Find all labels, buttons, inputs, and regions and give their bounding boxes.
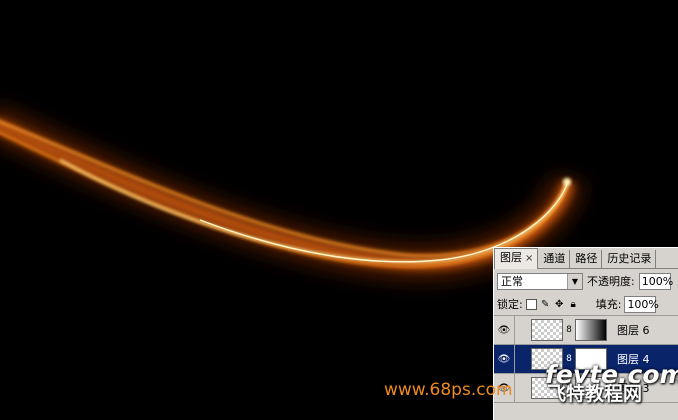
eye-icon[interactable]: 👁︎ (494, 316, 515, 344)
watermark-fevte: fevte.com 飞特教程网 (545, 362, 678, 404)
tab-paths[interactable]: 路径 (570, 250, 603, 268)
opacity-label: 不透明度: (587, 275, 635, 288)
tab-paths-label: 路径 (575, 252, 598, 265)
tab-channels-label: 通道 (543, 252, 566, 265)
fill-label: 填充: (595, 298, 622, 311)
blend-mode-value: 正常 (501, 275, 523, 288)
panel-tabs: 图层 × 通道 路径 历史记录 (494, 248, 678, 269)
layer-row-6[interactable]: 👁︎ 8 图层 6 (494, 316, 678, 345)
lock-move-icon[interactable]: ✥ (554, 299, 565, 310)
lock-label: 锁定: (497, 298, 523, 311)
layer-name: 图层 6 (617, 324, 650, 337)
tab-channels[interactable]: 通道 (538, 250, 571, 268)
close-icon[interactable]: × (525, 253, 533, 264)
layer-thumbnail (531, 319, 563, 341)
watermark-68ps: www.68ps.com (384, 380, 513, 400)
lock-all-icon[interactable]: 🔒︎ (568, 299, 579, 310)
lock-transparency-icon[interactable] (525, 298, 537, 310)
link-icon: 8 (566, 325, 572, 335)
opacity-input[interactable]: 100% (638, 272, 673, 290)
tab-layers-label: 图层 (500, 251, 522, 264)
lock-fill-row: 锁定: ✎ ✥ 🔒︎ 填充: 100% (494, 293, 678, 316)
eye-icon[interactable]: 👁︎ (494, 345, 515, 373)
blend-opacity-row: 正常 ▼ 不透明度: 100% (494, 269, 678, 293)
lock-brush-icon[interactable]: ✎ (540, 299, 551, 310)
tab-history-label: 历史记录 (607, 252, 652, 265)
chevron-down-icon[interactable]: ▼ (567, 273, 582, 289)
layer-mask-thumbnail[interactable] (575, 319, 607, 341)
tab-history[interactable]: 历史记录 (602, 250, 657, 268)
fill-input[interactable]: 100% (624, 295, 659, 313)
blend-mode-select[interactable]: 正常 ▼ (497, 272, 583, 290)
tab-layers[interactable]: 图层 × (494, 248, 539, 269)
